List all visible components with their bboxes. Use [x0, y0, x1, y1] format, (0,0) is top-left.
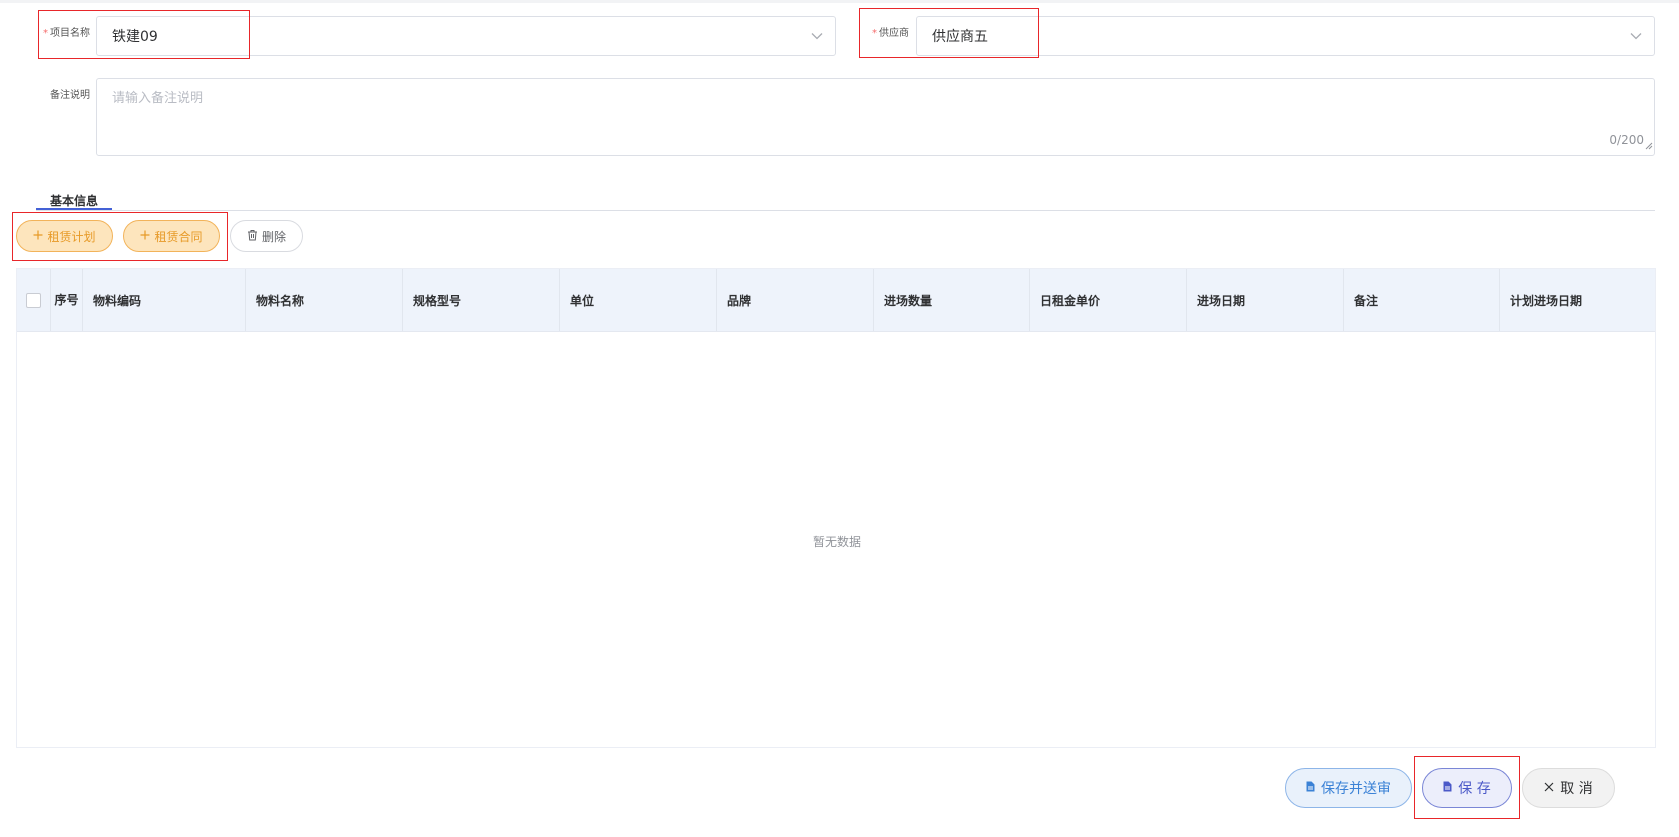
chevron-down-icon: [1618, 32, 1654, 40]
document-icon: [1306, 780, 1315, 796]
column-header-entry-date: 进场日期: [1187, 269, 1344, 331]
tab-basic-info[interactable]: 基本信息: [50, 192, 98, 209]
column-header-material-code: 物料编码: [83, 269, 246, 331]
column-header-daily-rent: 日租金单价: [1030, 269, 1187, 331]
select-all-checkbox[interactable]: [26, 292, 41, 308]
column-header-planned-entry-date: 计划进场日期: [1510, 293, 1583, 308]
chevron-down-icon: [799, 32, 835, 40]
materials-table: 序号 物料编码 物料名称 规格型号 单位 品牌 进场数量 日租金单价 进场日期 …: [16, 268, 1656, 748]
column-header-material-name: 物料名称: [246, 269, 403, 331]
column-header-unit: 单位: [560, 269, 717, 331]
highlight-box-toolbar: [12, 212, 228, 261]
trash-icon: [247, 229, 258, 244]
highlight-box-save: [1414, 756, 1520, 819]
column-header-remark: 备注: [1344, 269, 1500, 331]
remark-textarea[interactable]: 请输入备注说明 0/200: [96, 78, 1655, 156]
column-header-brand: 品牌: [717, 269, 874, 331]
delete-button[interactable]: 删除: [230, 220, 303, 252]
save-and-submit-button[interactable]: 保存并送审: [1285, 768, 1412, 808]
close-icon: [1544, 780, 1554, 796]
remark-label: 备注说明: [50, 90, 90, 101]
cancel-button[interactable]: 取 消: [1522, 768, 1615, 808]
table-header: 序号 物料编码 物料名称 规格型号 单位 品牌 进场数量 日租金单价 进场日期 …: [17, 269, 1655, 332]
column-header-entry-qty: 进场数量: [874, 269, 1030, 331]
highlight-box-project: [38, 10, 250, 59]
resize-handle-icon[interactable]: [1645, 135, 1653, 154]
empty-state-text: 暂无数据: [813, 535, 862, 549]
remark-placeholder: 请输入备注说明: [112, 91, 204, 106]
remark-char-counter: 0/200: [1609, 133, 1644, 147]
column-header-spec: 规格型号: [403, 269, 560, 331]
top-divider: [0, 0, 1679, 3]
select-all-cell: [17, 269, 51, 331]
tab-divider: [36, 210, 1655, 211]
column-header-seq: 序号: [51, 269, 83, 331]
highlight-box-supplier: [859, 8, 1039, 58]
